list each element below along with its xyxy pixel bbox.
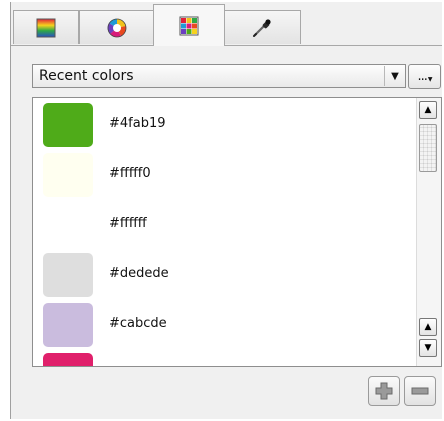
minus-icon (411, 387, 429, 395)
color-hex-label: #dedede (109, 266, 169, 281)
color-source-selected: Recent colors (39, 68, 134, 84)
color-hex-label: #ffffff (109, 216, 147, 231)
tab-color-wheel[interactable] (79, 10, 155, 44)
scroll-down-button[interactable]: ▼ (419, 339, 437, 357)
tab-bar (11, 2, 442, 46)
color-source-dropdown[interactable]: Recent colors ▼ (32, 64, 406, 88)
tab-swatch-grid[interactable] (153, 4, 225, 46)
chevron-down-icon[interactable]: ▼ (384, 66, 405, 86)
color-swatch (43, 203, 93, 247)
tab-bar-divider (11, 45, 442, 46)
scrollbar-thumb[interactable] (419, 124, 437, 172)
vertical-scrollbar[interactable]: ▲ ▲ ▼ (416, 98, 441, 366)
scroll-up-button[interactable]: ▲ (419, 101, 437, 119)
color-swatch (43, 303, 93, 347)
color-hex-label: #fffff0 (109, 166, 151, 181)
add-color-button[interactable] (368, 376, 400, 406)
color-hex-label: #cabcde (109, 316, 167, 331)
list-item[interactable]: #dedede (33, 248, 417, 298)
color-ramp-icon (36, 18, 56, 37)
color-wheel-icon (107, 18, 127, 37)
color-picker-panel: Recent colors ▼ ... ▼ #4fab19 #fffff0 #f… (10, 2, 442, 419)
swatch-grid-icon (179, 16, 199, 35)
list-item[interactable]: #cabcde (33, 298, 417, 348)
chevron-up-icon: ▲ (424, 105, 432, 115)
list-item[interactable] (33, 348, 417, 366)
menu-arrow-icon: ▼ (427, 76, 433, 83)
list-item[interactable]: #fffff0 (33, 148, 417, 198)
more-options-button[interactable]: ... ▼ (408, 64, 441, 89)
plus-icon (375, 382, 393, 400)
chevron-down-icon: ▼ (424, 343, 432, 353)
color-hex-label: #4fab19 (109, 116, 166, 131)
remove-color-button[interactable] (404, 376, 436, 406)
list-item[interactable]: #ffffff (33, 198, 417, 248)
chevron-up-icon: ▲ (424, 322, 432, 332)
list-item[interactable]: #4fab19 (33, 98, 417, 148)
eyedropper-icon (253, 18, 271, 37)
tab-color-ramp[interactable] (13, 10, 79, 44)
color-swatch (43, 253, 93, 297)
color-swatch (43, 153, 93, 197)
color-swatch (43, 103, 93, 147)
tab-eyedropper[interactable] (223, 10, 301, 44)
more-options-label: ... (417, 69, 427, 84)
recent-colors-list[interactable]: #4fab19 #fffff0 #ffffff #dedede #cabcde (32, 97, 442, 367)
color-rows: #4fab19 #fffff0 #ffffff #dedede #cabcde (33, 98, 417, 366)
color-swatch (43, 353, 93, 366)
scroll-up-button-bottom[interactable]: ▲ (419, 318, 437, 336)
